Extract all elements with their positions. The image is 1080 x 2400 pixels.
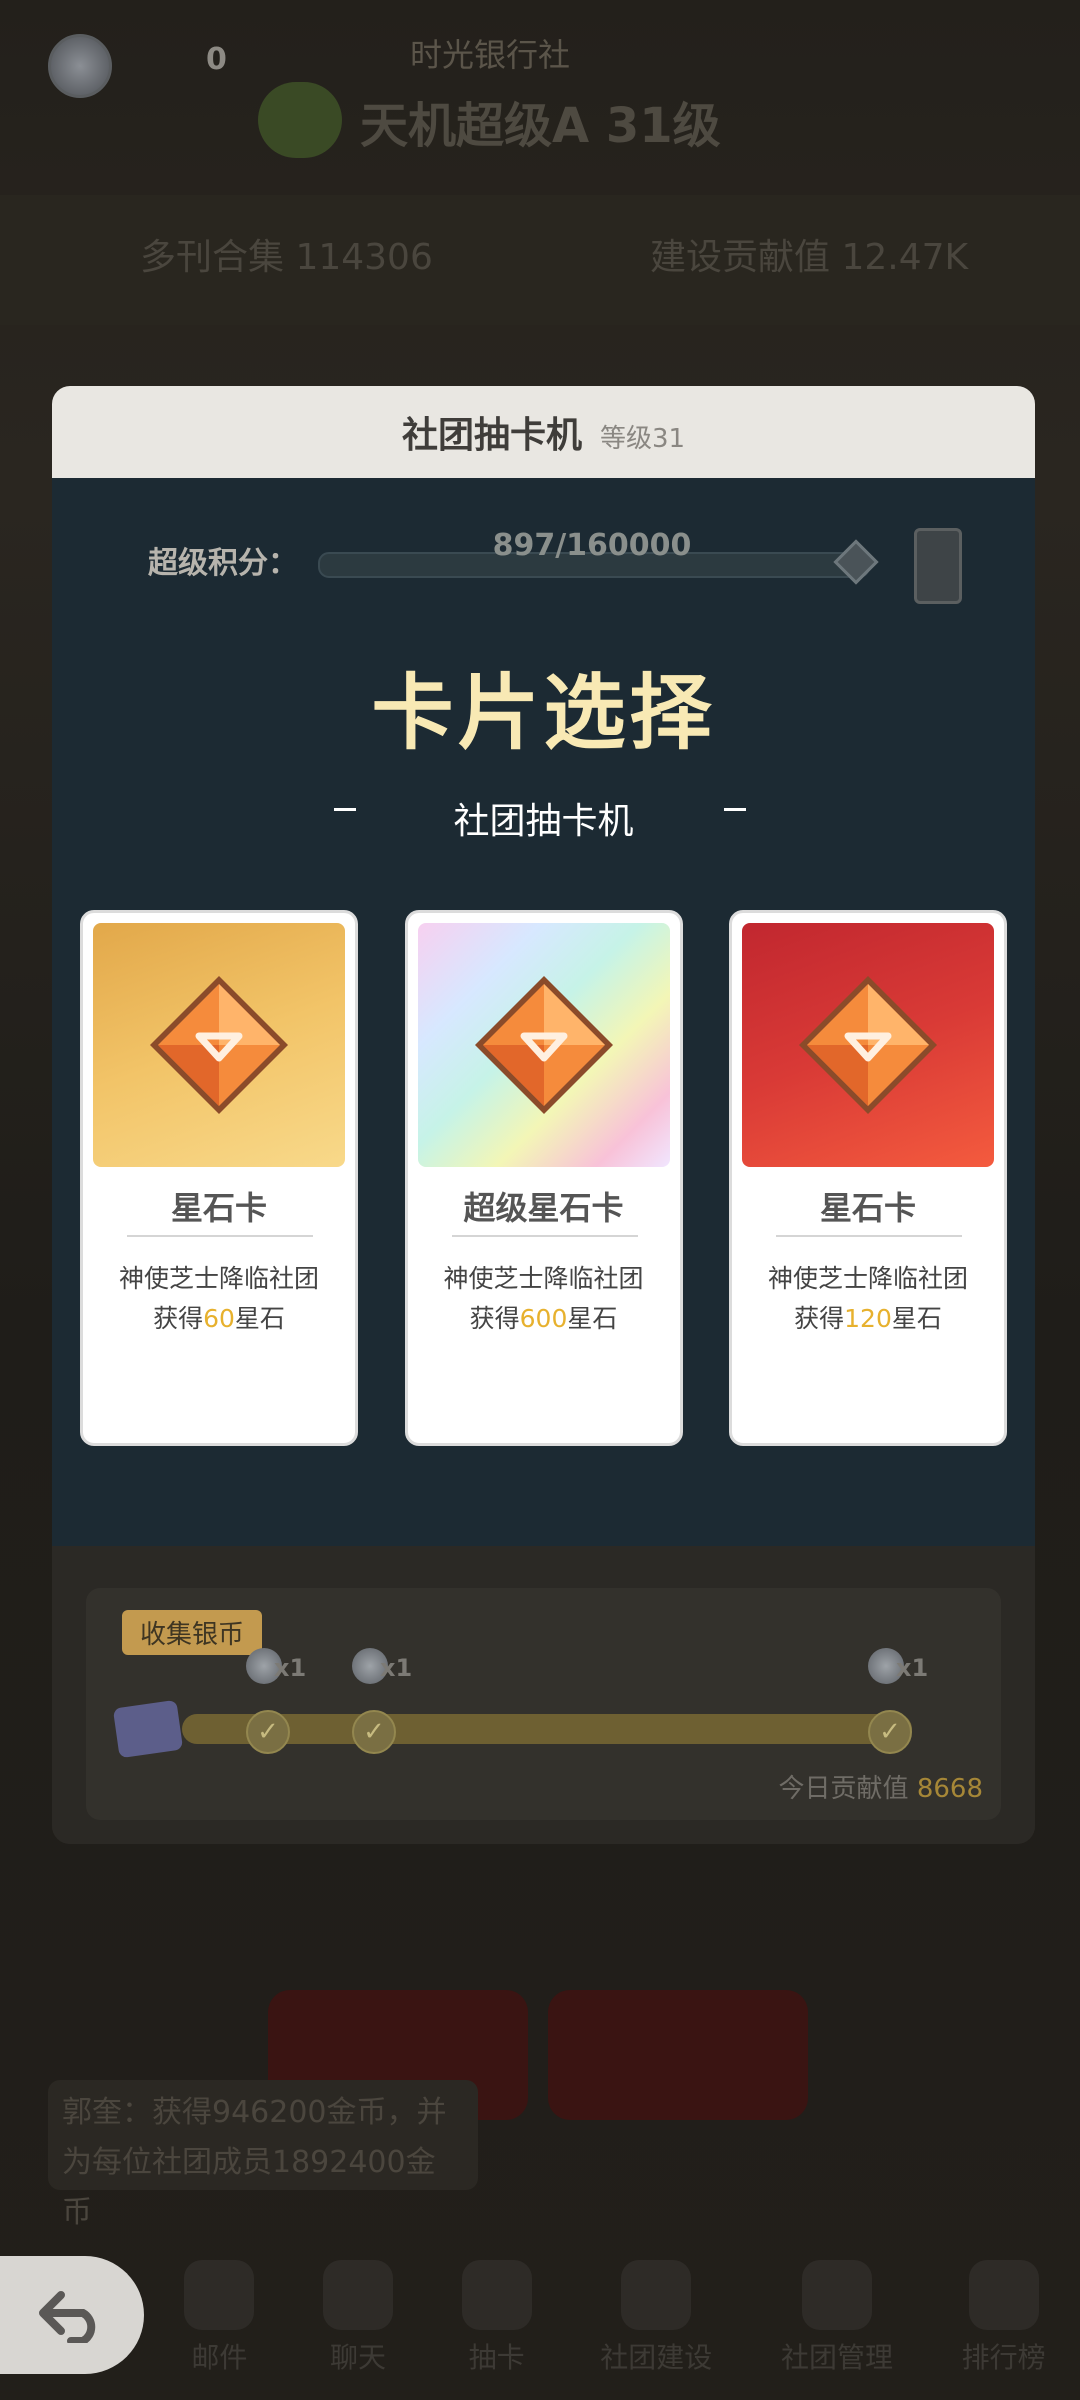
- card-desc-line2: 获得120星石: [732, 1299, 1004, 1339]
- nav-label: 聊天: [329, 2341, 386, 2374]
- nav-manage[interactable]: 社团管理: [781, 2260, 893, 2400]
- nav-chat[interactable]: 聊天: [322, 2260, 393, 2400]
- reward-amount: 60: [203, 1304, 235, 1333]
- card-name: 星石卡: [170, 1189, 267, 1227]
- trophy-icon[interactable]: [914, 528, 962, 604]
- card-option-3[interactable]: 星石卡 神使芝士降临社团 获得120星石: [729, 910, 1007, 1446]
- club-name: 天机超级A 31级: [360, 98, 721, 154]
- card-name: 超级星石卡: [463, 1189, 624, 1227]
- card-option-2[interactable]: 超级星石卡 神使芝士降临社团 获得600星石: [404, 910, 683, 1446]
- chat-icon: [322, 2260, 393, 2330]
- star-gem-icon: [799, 976, 937, 1114]
- desc-prefix: 获得: [469, 1304, 520, 1333]
- background-sofa: [548, 1990, 808, 2120]
- ranking-icon: [968, 2260, 1039, 2330]
- nav-label: 邮件: [191, 2341, 248, 2374]
- modal-title: 社团抽卡机: [401, 415, 582, 456]
- card-select-title: 卡片选择: [371, 666, 716, 761]
- desc-suffix: 星石: [234, 1304, 285, 1333]
- coin-count: 0: [206, 42, 227, 77]
- card-list: 星石卡 神使芝士降临社团 获得60星石 超级星石卡 神使芝士降临社团 获得600…: [80, 910, 1007, 1446]
- divider: [776, 1235, 962, 1237]
- silver-coin-icon: [48, 34, 112, 98]
- collect-tag: 收集银币: [122, 1610, 263, 1655]
- star-gem-icon: [474, 976, 613, 1114]
- check-icon[interactable]: ✓: [868, 1710, 912, 1754]
- desc-suffix: 星石: [891, 1304, 942, 1333]
- contribution-label: 今日贡献值: [778, 1774, 909, 1804]
- club-avatar: [258, 82, 342, 158]
- nav-gacha[interactable]: 抽卡: [461, 2260, 532, 2400]
- collect-section: 收集银币 x1 ✓ x1 ✓ x1 ✓ 今日贡献值 8668: [52, 1546, 1035, 1844]
- gacha-modal: 社团抽卡机 等级31 超级积分： 897/160000 卡片选择 社团抽卡机 星…: [52, 386, 1035, 1844]
- desc-suffix: 星石: [567, 1304, 618, 1333]
- nav-mail[interactable]: 邮件: [184, 2260, 255, 2400]
- dash-right: [724, 808, 746, 811]
- nav-label: 抽卡: [468, 2341, 525, 2374]
- divider: [451, 1235, 638, 1237]
- modal-level: 等级31: [599, 423, 686, 454]
- notice-text: 郭奎：获得946200金币，并为每位社团成员1892400金币: [48, 2080, 478, 2230]
- score-value: 897/160000: [492, 528, 692, 563]
- desc-prefix: 获得: [153, 1304, 204, 1333]
- card-art: [742, 923, 994, 1167]
- card-art: [93, 923, 345, 1167]
- mail-icon: [184, 2260, 255, 2330]
- star-gem-icon: [150, 976, 288, 1114]
- card-desc-line1: 神使芝士降临社团: [443, 1264, 644, 1293]
- bottom-nav: 邮件 聊天 抽卡 社团建设 社团管理 排行榜: [150, 2260, 1080, 2400]
- reward-count: x1: [274, 1654, 307, 1682]
- collect-progress-bar: [182, 1714, 912, 1744]
- card-desc-line2: 获得60星石: [83, 1299, 355, 1339]
- nav-rank[interactable]: 排行榜: [962, 2260, 1046, 2400]
- card-desc-line2: 获得600星石: [408, 1299, 680, 1339]
- contribution-value: 8668: [916, 1774, 983, 1804]
- card-select-panel: 超级积分： 897/160000 卡片选择 社团抽卡机 星石卡 神使芝士降临社团…: [52, 478, 1035, 1546]
- desc-prefix: 获得: [794, 1304, 845, 1333]
- people-icon: [801, 2260, 872, 2330]
- check-icon[interactable]: ✓: [246, 1710, 290, 1754]
- card-desc-line1: 神使芝士降临社团: [118, 1264, 319, 1293]
- reward-amount: 600: [519, 1304, 568, 1333]
- reward-amount: 120: [844, 1304, 892, 1333]
- divider: [127, 1235, 313, 1237]
- score-label: 超级积分：: [148, 546, 298, 581]
- reward-count: x1: [380, 1654, 413, 1682]
- strip-text: 多刊合集 114306: [140, 237, 433, 278]
- back-arrow-icon: [39, 2291, 96, 2343]
- check-icon[interactable]: ✓: [352, 1710, 396, 1754]
- gacha-icon: [461, 2260, 532, 2330]
- card-desc: 神使芝士降临社团 获得60星石: [83, 1259, 355, 1339]
- build-icon: [621, 2260, 692, 2330]
- nav-label: 社团管理: [780, 2341, 893, 2374]
- card-select-subtitle: 社团抽卡机: [453, 801, 634, 842]
- strip-right-text: 建设贡献值 12.47K: [650, 237, 969, 278]
- card-name: 星石卡: [819, 1189, 916, 1227]
- nav-build[interactable]: 社团建设: [600, 2260, 712, 2400]
- contribution: 今日贡献值 8668: [779, 1768, 983, 1805]
- shop-label: 时光银行社: [410, 36, 571, 74]
- card-art: [417, 923, 670, 1167]
- card-option-1[interactable]: 星石卡 神使芝士降临社团 获得60星石: [80, 910, 358, 1446]
- background-header: 0 时光银行社 天机超级A 31级 多刊合集 114306 建设贡献值 12.4…: [0, 0, 1080, 380]
- nav-label: 社团建设: [600, 2341, 713, 2374]
- card-desc: 神使芝士降临社团 获得120星石: [732, 1259, 1004, 1339]
- collect-box: 收集银币 x1 ✓ x1 ✓ x1 ✓ 今日贡献值 8668: [86, 1588, 1001, 1820]
- ticket-icon: [112, 1699, 184, 1759]
- card-desc: 神使芝士降临社团 获得600星石: [408, 1259, 680, 1339]
- nav-label: 排行榜: [961, 2341, 1046, 2374]
- back-button[interactable]: [0, 2256, 144, 2374]
- reward-count: x1: [896, 1654, 929, 1682]
- modal-header: 社团抽卡机 等级31: [52, 386, 1035, 478]
- card-desc-line1: 神使芝士降临社团: [767, 1264, 968, 1293]
